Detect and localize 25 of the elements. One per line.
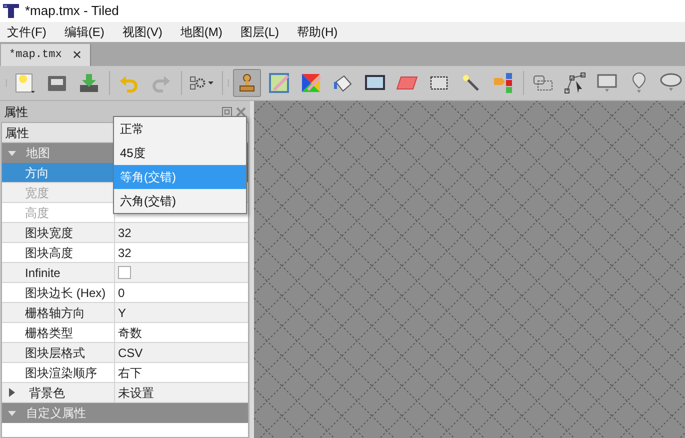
property-value: 右下 <box>118 364 142 382</box>
property-value: CSV <box>118 344 143 362</box>
group-label: 自定义属性 <box>26 405 86 422</box>
property-name: 背景色 <box>29 384 65 402</box>
property-value: 32 <box>118 244 132 262</box>
group-label: 地图 <box>26 145 50 162</box>
panel-title: 属性 <box>4 104 28 121</box>
property-name: 图块宽度 <box>25 224 73 242</box>
property-name: 图块层格式 <box>25 344 85 362</box>
window-title: *map.tmx - Tiled <box>25 2 119 20</box>
property-name: Infinite <box>25 264 60 282</box>
property-value: Y <box>118 304 126 322</box>
property-value: 未设置 <box>118 384 154 402</box>
property-name: 栅格轴方向 <box>25 304 85 322</box>
property-value: 奇数 <box>118 324 142 342</box>
property-name: 图块边长 (Hex) <box>25 284 106 302</box>
property-name: 栅格类型 <box>25 324 73 342</box>
tab-label: *map.tmx <box>9 48 62 63</box>
property-name: 图块高度 <box>25 244 73 262</box>
property-value: 0 <box>118 284 125 302</box>
property-name: 宽度 <box>25 184 49 202</box>
property-name: 图块渲染顺序 <box>25 364 97 382</box>
property-value: 32 <box>118 224 132 242</box>
property-name: 高度 <box>25 204 49 222</box>
property-name: 方向 <box>25 164 49 182</box>
